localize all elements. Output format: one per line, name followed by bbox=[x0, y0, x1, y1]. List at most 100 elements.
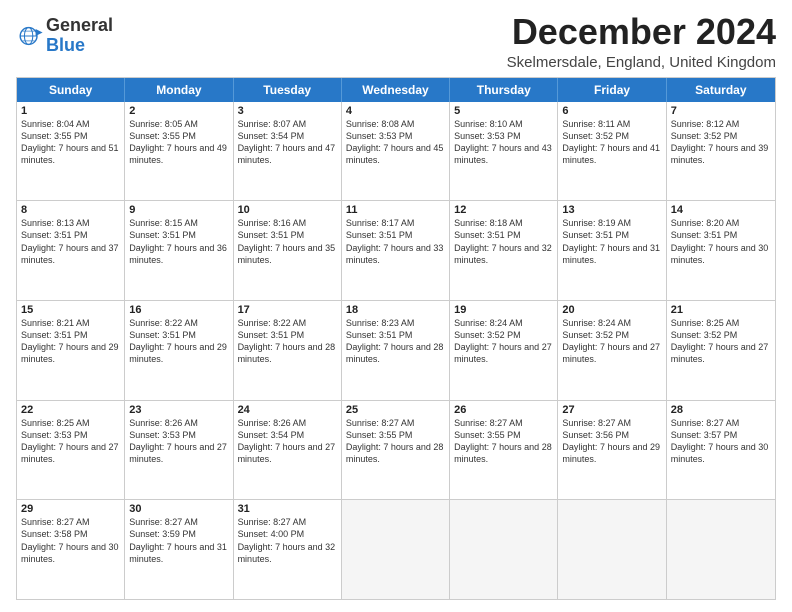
cell-info: Sunrise: 8:20 AMSunset: 3:51 PMDaylight:… bbox=[671, 217, 771, 266]
calendar-cell bbox=[558, 500, 666, 599]
calendar-cell: 22 Sunrise: 8:25 AMSunset: 3:53 PMDaylig… bbox=[17, 401, 125, 500]
calendar-page: General Blue December 2024 Skelmersdale,… bbox=[0, 0, 792, 612]
header-day-friday: Friday bbox=[558, 78, 666, 102]
calendar-cell: 11 Sunrise: 8:17 AMSunset: 3:51 PMDaylig… bbox=[342, 201, 450, 300]
day-number: 8 bbox=[21, 204, 120, 216]
calendar-cell: 19 Sunrise: 8:24 AMSunset: 3:52 PMDaylig… bbox=[450, 301, 558, 400]
day-number: 18 bbox=[346, 304, 445, 316]
day-number: 17 bbox=[238, 304, 337, 316]
day-number: 10 bbox=[238, 204, 337, 216]
cell-info: Sunrise: 8:24 AMSunset: 3:52 PMDaylight:… bbox=[454, 317, 553, 366]
day-number: 19 bbox=[454, 304, 553, 316]
calendar-row-4: 22 Sunrise: 8:25 AMSunset: 3:53 PMDaylig… bbox=[17, 400, 775, 500]
day-number: 24 bbox=[238, 404, 337, 416]
cell-info: Sunrise: 8:16 AMSunset: 3:51 PMDaylight:… bbox=[238, 217, 337, 266]
day-number: 20 bbox=[562, 304, 661, 316]
cell-info: Sunrise: 8:08 AMSunset: 3:53 PMDaylight:… bbox=[346, 118, 445, 167]
calendar-cell: 5 Sunrise: 8:10 AMSunset: 3:53 PMDayligh… bbox=[450, 102, 558, 201]
cell-info: Sunrise: 8:27 AMSunset: 3:58 PMDaylight:… bbox=[21, 516, 120, 565]
calendar-cell: 1 Sunrise: 8:04 AMSunset: 3:55 PMDayligh… bbox=[17, 102, 125, 201]
cell-info: Sunrise: 8:22 AMSunset: 3:51 PMDaylight:… bbox=[238, 317, 337, 366]
cell-info: Sunrise: 8:24 AMSunset: 3:52 PMDaylight:… bbox=[562, 317, 661, 366]
logo-icon bbox=[16, 22, 44, 50]
cell-info: Sunrise: 8:21 AMSunset: 3:51 PMDaylight:… bbox=[21, 317, 120, 366]
calendar-cell: 21 Sunrise: 8:25 AMSunset: 3:52 PMDaylig… bbox=[667, 301, 775, 400]
day-number: 15 bbox=[21, 304, 120, 316]
day-number: 29 bbox=[21, 503, 120, 515]
cell-info: Sunrise: 8:25 AMSunset: 3:52 PMDaylight:… bbox=[671, 317, 771, 366]
cell-info: Sunrise: 8:27 AMSunset: 3:56 PMDaylight:… bbox=[562, 417, 661, 466]
calendar-cell: 26 Sunrise: 8:27 AMSunset: 3:55 PMDaylig… bbox=[450, 401, 558, 500]
title-block: December 2024 Skelmersdale, England, Uni… bbox=[507, 12, 776, 71]
calendar-row-5: 29 Sunrise: 8:27 AMSunset: 3:58 PMDaylig… bbox=[17, 499, 775, 599]
header-day-sunday: Sunday bbox=[17, 78, 125, 102]
calendar-cell: 27 Sunrise: 8:27 AMSunset: 3:56 PMDaylig… bbox=[558, 401, 666, 500]
calendar-cell bbox=[667, 500, 775, 599]
calendar-cell: 25 Sunrise: 8:27 AMSunset: 3:55 PMDaylig… bbox=[342, 401, 450, 500]
header-day-wednesday: Wednesday bbox=[342, 78, 450, 102]
day-number: 13 bbox=[562, 204, 661, 216]
cell-info: Sunrise: 8:27 AMSunset: 3:57 PMDaylight:… bbox=[671, 417, 771, 466]
header-day-tuesday: Tuesday bbox=[234, 78, 342, 102]
cell-info: Sunrise: 8:27 AMSunset: 3:55 PMDaylight:… bbox=[454, 417, 553, 466]
calendar-row-2: 8 Sunrise: 8:13 AMSunset: 3:51 PMDayligh… bbox=[17, 200, 775, 300]
day-number: 11 bbox=[346, 204, 445, 216]
calendar-cell: 3 Sunrise: 8:07 AMSunset: 3:54 PMDayligh… bbox=[234, 102, 342, 201]
calendar-cell: 8 Sunrise: 8:13 AMSunset: 3:51 PMDayligh… bbox=[17, 201, 125, 300]
cell-info: Sunrise: 8:23 AMSunset: 3:51 PMDaylight:… bbox=[346, 317, 445, 366]
day-number: 16 bbox=[129, 304, 228, 316]
calendar-cell: 29 Sunrise: 8:27 AMSunset: 3:58 PMDaylig… bbox=[17, 500, 125, 599]
calendar-cell: 14 Sunrise: 8:20 AMSunset: 3:51 PMDaylig… bbox=[667, 201, 775, 300]
cell-info: Sunrise: 8:12 AMSunset: 3:52 PMDaylight:… bbox=[671, 118, 771, 167]
day-number: 7 bbox=[671, 105, 771, 117]
header-day-thursday: Thursday bbox=[450, 78, 558, 102]
cell-info: Sunrise: 8:10 AMSunset: 3:53 PMDaylight:… bbox=[454, 118, 553, 167]
calendar-cell: 2 Sunrise: 8:05 AMSunset: 3:55 PMDayligh… bbox=[125, 102, 233, 201]
day-number: 22 bbox=[21, 404, 120, 416]
calendar-cell: 17 Sunrise: 8:22 AMSunset: 3:51 PMDaylig… bbox=[234, 301, 342, 400]
day-number: 27 bbox=[562, 404, 661, 416]
calendar: SundayMondayTuesdayWednesdayThursdayFrid… bbox=[16, 77, 776, 600]
calendar-header: SundayMondayTuesdayWednesdayThursdayFrid… bbox=[17, 78, 775, 102]
calendar-body: 1 Sunrise: 8:04 AMSunset: 3:55 PMDayligh… bbox=[17, 102, 775, 599]
calendar-cell: 28 Sunrise: 8:27 AMSunset: 3:57 PMDaylig… bbox=[667, 401, 775, 500]
day-number: 23 bbox=[129, 404, 228, 416]
calendar-cell: 18 Sunrise: 8:23 AMSunset: 3:51 PMDaylig… bbox=[342, 301, 450, 400]
header: General Blue December 2024 Skelmersdale,… bbox=[16, 12, 776, 71]
day-number: 28 bbox=[671, 404, 771, 416]
day-number: 30 bbox=[129, 503, 228, 515]
calendar-cell: 6 Sunrise: 8:11 AMSunset: 3:52 PMDayligh… bbox=[558, 102, 666, 201]
header-day-monday: Monday bbox=[125, 78, 233, 102]
header-day-saturday: Saturday bbox=[667, 78, 775, 102]
cell-info: Sunrise: 8:19 AMSunset: 3:51 PMDaylight:… bbox=[562, 217, 661, 266]
cell-info: Sunrise: 8:15 AMSunset: 3:51 PMDaylight:… bbox=[129, 217, 228, 266]
cell-info: Sunrise: 8:25 AMSunset: 3:53 PMDaylight:… bbox=[21, 417, 120, 466]
calendar-cell: 10 Sunrise: 8:16 AMSunset: 3:51 PMDaylig… bbox=[234, 201, 342, 300]
cell-info: Sunrise: 8:17 AMSunset: 3:51 PMDaylight:… bbox=[346, 217, 445, 266]
day-number: 2 bbox=[129, 105, 228, 117]
calendar-cell: 20 Sunrise: 8:24 AMSunset: 3:52 PMDaylig… bbox=[558, 301, 666, 400]
calendar-cell: 31 Sunrise: 8:27 AMSunset: 4:00 PMDaylig… bbox=[234, 500, 342, 599]
calendar-cell: 16 Sunrise: 8:22 AMSunset: 3:51 PMDaylig… bbox=[125, 301, 233, 400]
cell-info: Sunrise: 8:07 AMSunset: 3:54 PMDaylight:… bbox=[238, 118, 337, 167]
calendar-cell: 30 Sunrise: 8:27 AMSunset: 3:59 PMDaylig… bbox=[125, 500, 233, 599]
calendar-cell: 12 Sunrise: 8:18 AMSunset: 3:51 PMDaylig… bbox=[450, 201, 558, 300]
calendar-row-1: 1 Sunrise: 8:04 AMSunset: 3:55 PMDayligh… bbox=[17, 102, 775, 201]
day-number: 26 bbox=[454, 404, 553, 416]
day-number: 21 bbox=[671, 304, 771, 316]
calendar-cell: 4 Sunrise: 8:08 AMSunset: 3:53 PMDayligh… bbox=[342, 102, 450, 201]
calendar-cell bbox=[342, 500, 450, 599]
calendar-row-3: 15 Sunrise: 8:21 AMSunset: 3:51 PMDaylig… bbox=[17, 300, 775, 400]
day-number: 25 bbox=[346, 404, 445, 416]
cell-info: Sunrise: 8:11 AMSunset: 3:52 PMDaylight:… bbox=[562, 118, 661, 167]
subtitle: Skelmersdale, England, United Kingdom bbox=[507, 54, 776, 71]
logo-text: General Blue bbox=[46, 16, 113, 56]
day-number: 3 bbox=[238, 105, 337, 117]
calendar-cell: 9 Sunrise: 8:15 AMSunset: 3:51 PMDayligh… bbox=[125, 201, 233, 300]
calendar-cell: 24 Sunrise: 8:26 AMSunset: 3:54 PMDaylig… bbox=[234, 401, 342, 500]
day-number: 14 bbox=[671, 204, 771, 216]
cell-info: Sunrise: 8:27 AMSunset: 3:59 PMDaylight:… bbox=[129, 516, 228, 565]
logo: General Blue bbox=[16, 16, 113, 56]
cell-info: Sunrise: 8:05 AMSunset: 3:55 PMDaylight:… bbox=[129, 118, 228, 167]
day-number: 5 bbox=[454, 105, 553, 117]
